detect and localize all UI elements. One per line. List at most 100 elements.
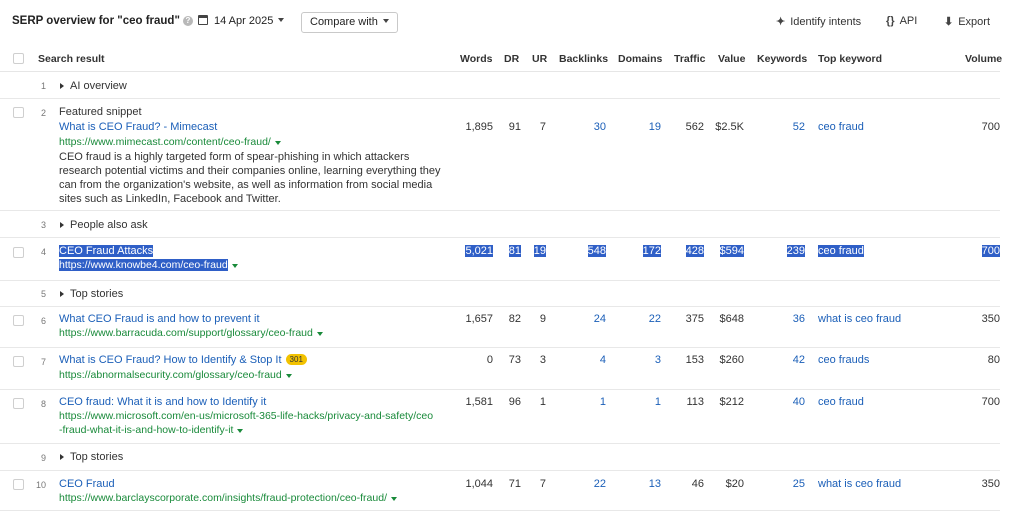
table-row: 6 What CEO Fraud is and how to prevent i… [0, 307, 1000, 348]
table-row: 10 CEO Fraud https://www.barclayscorpora… [0, 471, 1000, 511]
domains-link[interactable]: 19 [649, 121, 661, 133]
col-traffic[interactable]: Traffic [674, 53, 706, 65]
traffic-text: 428 [685, 245, 704, 257]
row-checkbox[interactable] [13, 398, 24, 409]
volume-value: 80 [987, 354, 1000, 366]
chevron-down-icon[interactable] [316, 332, 323, 336]
domains-link[interactable]: 1 [655, 396, 661, 408]
col-dr[interactable]: DR [504, 53, 519, 65]
col-search-result[interactable]: Search result [38, 53, 105, 65]
col-backlinks[interactable]: Backlinks [559, 53, 608, 65]
domains-link[interactable]: 13 [649, 478, 661, 490]
chevron-down-icon[interactable] [231, 264, 238, 268]
chevron-down-icon[interactable] [274, 141, 281, 145]
keywords-link[interactable]: 239 [786, 245, 805, 257]
traffic-value: 375 [685, 313, 704, 325]
col-ur[interactable]: UR [532, 53, 547, 65]
row-position: 9 [40, 453, 46, 463]
result-title-link[interactable]: What CEO Fraud is and how to prevent it [59, 313, 260, 325]
date-label: 14 Apr 2025 [214, 15, 274, 27]
serp-feature-people-also-ask[interactable]: People also ask [60, 219, 148, 231]
top-keyword-link[interactable]: ceo fraud [818, 245, 864, 257]
result-title-link[interactable]: CEO Fraud [59, 478, 115, 490]
row-checkbox[interactable] [13, 479, 24, 490]
col-top-keyword[interactable]: Top keyword [818, 53, 882, 65]
result-url-line-2[interactable]: -fraud-what-it-is-and-how-to-identify-it [59, 424, 244, 436]
col-volume[interactable]: Volume [965, 53, 1002, 65]
date-picker[interactable]: 14 Apr 2025 [198, 15, 285, 27]
domains-link[interactable]: 22 [649, 313, 661, 325]
top-keyword-link[interactable]: what is ceo fraud [818, 478, 901, 490]
words-value: 0 [486, 354, 493, 366]
backlinks-link[interactable]: 30 [594, 121, 606, 133]
top-keyword-link[interactable]: ceo fraud [818, 121, 864, 133]
dr-value: 81 [508, 245, 521, 257]
keywords-link[interactable]: 25 [793, 478, 805, 490]
result-title-link[interactable]: What is CEO Fraud? - Mimecast [59, 121, 217, 133]
result-url[interactable]: https://abnormalsecurity.com/glossary/ce… [59, 369, 292, 381]
backlinks-link[interactable]: 548 [587, 245, 606, 257]
backlinks-link[interactable]: 1 [600, 396, 606, 408]
help-icon[interactable]: ? [182, 16, 193, 26]
top-keyword-link[interactable]: ceo fraud [818, 396, 864, 408]
row-checkbox[interactable] [13, 107, 24, 118]
compare-with-button[interactable]: Compare with [301, 12, 398, 33]
domains-link[interactable]: 172 [642, 245, 661, 257]
keywords-link[interactable]: 40 [793, 396, 805, 408]
row-checkbox[interactable] [13, 356, 24, 367]
col-domains[interactable]: Domains [618, 53, 662, 65]
chevron-down-icon [382, 19, 389, 23]
col-words[interactable]: Words [460, 53, 492, 65]
serp-feature-top-stories[interactable]: Top stories [60, 451, 123, 463]
result-url-line-1[interactable]: https://www.microsoft.com/en-us/microsof… [59, 410, 433, 422]
feature-label: AI overview [70, 80, 127, 92]
row-position: 5 [40, 289, 46, 299]
keywords-link[interactable]: 42 [793, 354, 805, 366]
result-title-link[interactable]: CEO fraud: What it is and how to Identif… [59, 396, 266, 408]
domains-link[interactable]: 3 [655, 354, 661, 366]
chevron-down-icon[interactable] [285, 374, 292, 378]
row-checkbox[interactable] [13, 315, 24, 326]
top-keyword-link[interactable]: ceo frauds [818, 354, 869, 366]
value-value: $212 [719, 396, 744, 408]
result-url[interactable]: https://www.barracuda.com/support/glossa… [59, 327, 323, 339]
backlinks-link[interactable]: 24 [594, 313, 606, 325]
volume-text: 700 [981, 245, 1000, 257]
feature-label: People also ask [70, 219, 148, 231]
table-row: 3 People also ask [0, 211, 1000, 238]
row-position: 8 [40, 399, 46, 409]
result-title-link[interactable]: CEO Fraud Attacks [59, 245, 154, 257]
backlinks-link[interactable]: 22 [594, 478, 606, 490]
value-value: $260 [719, 354, 744, 366]
row-position: 3 [40, 220, 46, 230]
backlinks-link[interactable]: 4 [600, 354, 606, 366]
sparkle-icon: ✦ [776, 16, 786, 28]
result-url[interactable]: https://www.mimecast.com/content/ceo-fra… [59, 136, 281, 148]
export-button[interactable]: ⬇ Export [944, 15, 990, 28]
url-text: https://www.barracuda.com/support/glossa… [59, 327, 313, 339]
keywords-link[interactable]: 52 [793, 121, 805, 133]
top-keyword-text: ceo fraud [818, 245, 864, 257]
col-value[interactable]: Value [718, 53, 745, 65]
keywords-link[interactable]: 36 [793, 313, 805, 325]
serp-feature-top-stories[interactable]: Top stories [60, 288, 123, 300]
select-all-checkbox[interactable] [13, 53, 24, 64]
result-title-link[interactable]: What is CEO Fraud? How to Identify & Sto… [59, 354, 307, 366]
chevron-down-icon[interactable] [237, 429, 244, 433]
ur-value: 7 [539, 478, 546, 490]
row-checkbox[interactable] [13, 247, 24, 258]
result-url[interactable]: https://www.knowbe4.com/ceo-fraud [59, 259, 238, 271]
serp-feature-ai-overview[interactable]: AI overview [60, 80, 127, 92]
api-label: API [899, 15, 918, 27]
top-keyword-link[interactable]: what is ceo fraud [818, 313, 901, 325]
chevron-down-icon[interactable] [390, 497, 397, 501]
col-keywords[interactable]: Keywords [757, 53, 807, 65]
export-label: Export [958, 16, 991, 28]
api-button[interactable]: {} API [886, 15, 917, 27]
ur-value: 3 [539, 354, 546, 366]
traffic-value: 428 [685, 245, 704, 257]
result-url[interactable]: https://www.barclayscorporate.com/insigh… [59, 492, 397, 504]
title-text: What is CEO Fraud? How to Identify & Sto… [59, 354, 282, 366]
identify-intents-button[interactable]: ✦ Identify intents [776, 15, 861, 28]
ur-text: 19 [533, 245, 546, 257]
